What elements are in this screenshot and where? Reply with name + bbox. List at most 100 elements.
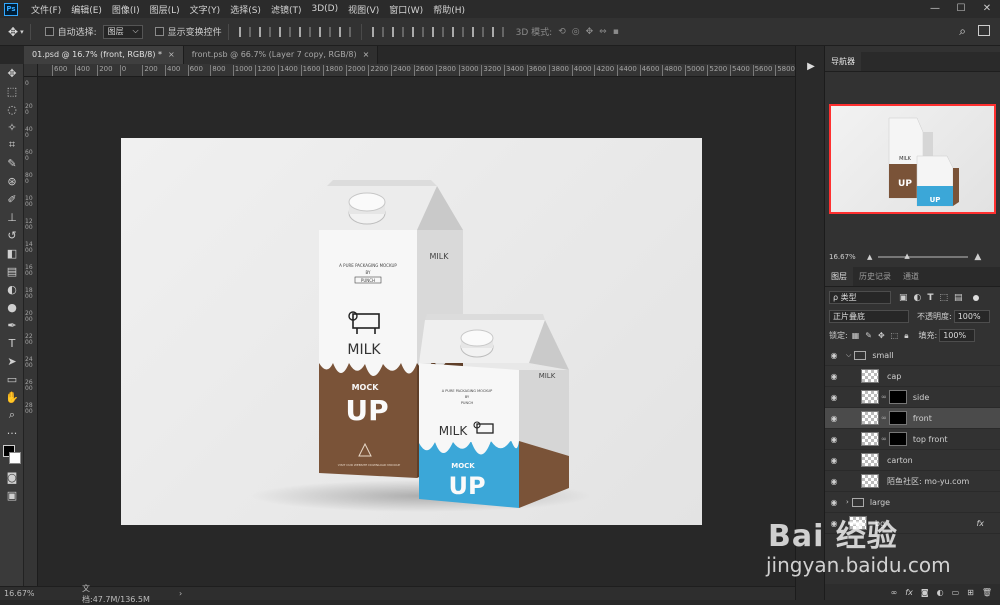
quick-mask-icon[interactable]: ◙ [0,468,24,486]
menu-help[interactable]: 帮助(H) [428,3,470,16]
blur-tool-icon[interactable]: ◐ [0,280,24,298]
layer-row-moyu[interactable]: ◉ 陌鱼社区: mo-yu.com [825,471,1000,492]
brush-tool-icon[interactable]: ✐ [0,190,24,208]
align-bottom-icon[interactable] [278,26,291,37]
visibility-eye-icon[interactable]: ◉ [825,393,843,402]
zoom-slider[interactable]: ▲ [878,252,969,260]
visibility-eye-icon[interactable]: ◉ [825,351,843,360]
color-swatches[interactable] [0,442,24,468]
zoom-out-icon[interactable]: ▲ [867,253,872,261]
type-tool-icon[interactable]: T [0,334,24,352]
filter-adjust-icon[interactable]: ◐ [914,293,922,303]
pen-tool-icon[interactable]: ✒ [0,316,24,334]
gradient-tool-icon[interactable]: ▤ [0,262,24,280]
chain-link-icon[interactable]: ∞ [881,393,887,401]
visibility-eye-icon[interactable]: ◉ [825,435,843,444]
tab-document-1[interactable]: 01.psd @ 16.7% (front, RGB/8) * × [24,46,184,64]
screen-mode-icon[interactable]: ▣ [0,486,24,504]
filter-shape-icon[interactable]: ⬚ [940,293,949,303]
tab-layers[interactable]: 图层 [825,267,853,286]
group-expand-icon[interactable]: ⌵ [846,351,851,360]
align-left-icon[interactable] [298,26,311,37]
tab-close-icon[interactable]: × [168,50,175,59]
layer-row-carton[interactable]: ◉ carton [825,450,1000,471]
menu-filter[interactable]: 滤镜(T) [266,3,307,16]
chain-link-icon[interactable]: ∞ [881,414,887,422]
layer-row-top-front[interactable]: ◉ ∞ top front [825,429,1000,450]
tab-close-icon[interactable]: × [363,50,370,59]
lock-artboard-icon[interactable]: ⬚ [891,331,899,340]
menu-view[interactable]: 视图(V) [343,3,384,16]
layer-row-small[interactable]: ◉ ⌵ small [825,345,1000,366]
layer-mask-thumbnail[interactable] [888,432,907,446]
filter-pixel-icon[interactable]: ▣ [899,293,908,303]
distribute-left-icon[interactable] [431,26,444,37]
path-select-icon[interactable]: ➤ [0,352,24,370]
layer-filter-select[interactable]: ρ 类型 [829,291,891,304]
history-brush-icon[interactable]: ↺ [0,226,24,244]
filter-smart-icon[interactable]: ▤ [954,293,963,303]
search-icon[interactable]: ⌕ [959,24,966,39]
menu-select[interactable]: 选择(S) [225,3,266,16]
shape-tool-icon[interactable]: ▭ [0,370,24,388]
auto-select-dropdown[interactable]: 图层 [102,24,143,39]
visibility-eye-icon[interactable]: ◉ [825,456,843,465]
filter-toggle-icon[interactable] [972,294,979,301]
auto-select-checkbox[interactable] [44,27,54,36]
3d-scale-icon[interactable]: ▪ [613,27,619,37]
filter-type-icon[interactable]: T [927,293,933,303]
visibility-eye-icon[interactable]: ◉ [825,414,843,423]
auto-align-icon[interactable] [491,26,504,37]
tab-navigator[interactable]: 导航器 [825,52,861,71]
menu-edit[interactable]: 编辑(E) [66,3,107,16]
menu-3d[interactable]: 3D(D) [306,4,343,14]
align-vcenter-icon[interactable] [258,26,271,37]
minimize-button[interactable]: — [922,0,948,18]
more-tools-icon[interactable]: ··· [0,424,24,442]
lock-position-icon[interactable]: ✥ [878,331,885,340]
distribute-top-icon[interactable] [371,26,384,37]
distribute-bottom-icon[interactable] [411,26,424,37]
crop-tool-icon[interactable]: ⌗ [0,136,24,154]
menu-file[interactable]: 文件(F) [26,3,66,16]
distribute-right-icon[interactable] [471,26,484,37]
menu-layer[interactable]: 图层(L) [145,3,185,16]
zoom-in-icon[interactable]: ▲ [974,252,981,262]
fill-input[interactable]: 100% [939,329,976,342]
lock-image-icon[interactable]: ✎ [865,331,872,340]
align-top-icon[interactable] [238,26,251,37]
chain-link-icon[interactable]: ∞ [881,435,887,443]
play-icon[interactable]: ▶ [802,58,820,76]
distribute-vcenter-icon[interactable] [391,26,404,37]
navigator-zoom[interactable]: 16.67% [825,253,867,261]
status-menu-arrow[interactable]: › [179,589,182,598]
lock-all-icon[interactable]: 🔒︎ [904,331,908,341]
show-transform-checkbox[interactable] [154,27,164,36]
visibility-eye-icon[interactable]: ◉ [825,372,843,381]
layer-row-cap[interactable]: ◉ cap [825,366,1000,387]
move-tool-icon[interactable]: ✥ [0,64,24,82]
hand-tool-icon[interactable]: ✋ [0,388,24,406]
maximize-button[interactable]: ☐ [948,0,974,18]
healing-brush-icon[interactable]: ⊛ [0,172,24,190]
lock-transparent-icon[interactable]: ▦ [852,331,860,340]
tool-preset-arrow-icon[interactable]: ▾ [20,28,24,36]
navigator-preview[interactable]: MILK UP UP [829,104,996,214]
3d-pan-icon[interactable]: ✥ [586,27,594,37]
zoom-slider-thumb[interactable]: ▲ [904,252,909,260]
3d-slide-icon[interactable]: ⇔ [599,27,607,37]
3d-rotate-icon[interactable]: ⟲ [558,27,566,37]
marquee-tool-icon[interactable]: ⬚ [0,82,24,100]
document-canvas[interactable]: A PURE PACKAGING MOCKUP BY PUNCH MILK MI… [121,138,702,525]
tab-channels[interactable]: 通道 [897,267,925,286]
status-zoom[interactable]: 16.67% [0,589,58,598]
layer-row-side[interactable]: ◉ ∞ side [825,387,1000,408]
eraser-tool-icon[interactable]: ◧ [0,244,24,262]
visibility-eye-icon[interactable]: ◉ [825,477,843,486]
tab-document-2[interactable]: front.psb @ 66.7% (Layer 7 copy, RGB/8) × [183,46,379,64]
3d-roll-icon[interactable]: ◎ [572,27,580,37]
tab-history[interactable]: 历史记录 [853,267,897,286]
align-right-icon[interactable] [338,26,351,37]
opacity-input[interactable]: 100% [953,310,990,323]
layer-mask-thumbnail[interactable] [888,390,907,404]
